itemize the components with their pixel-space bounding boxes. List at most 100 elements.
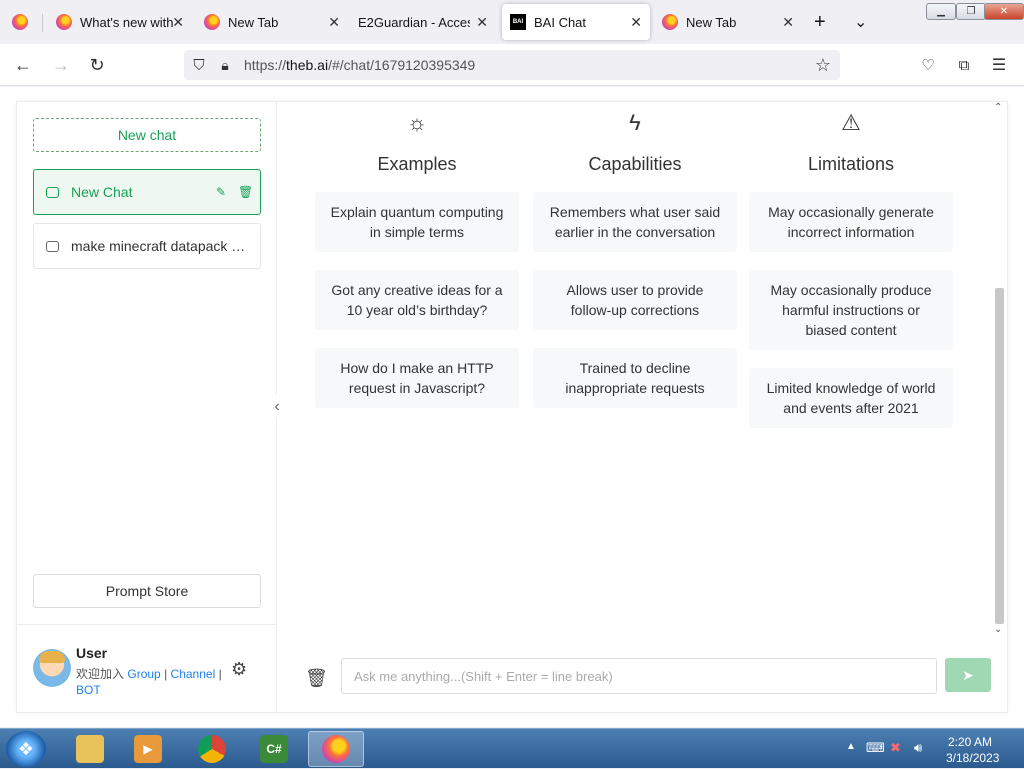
taskbar-firefox[interactable]	[308, 731, 364, 767]
new-tab-button[interactable]: +	[814, 4, 834, 40]
firefox-icon	[662, 14, 678, 30]
chat-item-label: make minecraft datapack c...	[71, 238, 247, 254]
pocket-icon[interactable]: ♡	[917, 54, 939, 76]
close-icon[interactable]: ✕	[782, 14, 794, 31]
chat-item[interactable]: make minecraft datapack c...	[33, 223, 261, 269]
keyboard-icon[interactable]: ⌨	[866, 740, 885, 756]
capability-card: Remembers what user said earlier in the …	[533, 192, 737, 252]
lock-icon[interactable]: 🔒︎	[214, 54, 236, 76]
back-arrow-icon[interactable]: ←	[12, 54, 34, 76]
tracking-shield-icon[interactable]: ⛉	[188, 54, 210, 76]
firefox-icon	[204, 14, 220, 30]
channel-link[interactable]: Channel	[171, 667, 216, 681]
sun-icon: ☼	[406, 110, 428, 135]
example-card[interactable]: Got any creative ideas for a 10 year old…	[315, 270, 519, 330]
column-title: Capabilities	[588, 154, 682, 174]
scroll-down-arrow-icon[interactable]: ⌄	[994, 624, 1002, 635]
limitation-card: May occasionally produce harmful instruc…	[749, 270, 953, 350]
group-link[interactable]: Group	[127, 667, 160, 681]
column-title: Examples	[377, 154, 457, 174]
chrome-icon	[198, 735, 226, 763]
send-icon: ➤	[962, 666, 974, 683]
scroll-thumb[interactable]	[995, 288, 1004, 624]
tab-separator	[42, 14, 43, 32]
column-title: Limitations	[807, 154, 895, 174]
url-text: https://theb.ai/#/chat/1679120395349	[244, 57, 476, 73]
firefox-icon	[322, 735, 350, 763]
restore-button[interactable]: ❐	[956, 3, 986, 20]
windows-logo-icon: ❖	[17, 738, 35, 759]
tab-title: E2Guardian - Access D	[358, 14, 470, 30]
limitation-card: Limited knowledge of world and events af…	[749, 368, 953, 428]
edit-icon[interactable]: ✎	[216, 185, 226, 199]
user-links: 欢迎加入 Group | Channel | BOT	[76, 667, 222, 697]
scroll-up-arrow-icon[interactable]: ⌃	[994, 102, 1002, 113]
close-icon[interactable]: ✕	[328, 14, 340, 31]
chevron-down-icon: ⌄	[854, 14, 868, 31]
tab-title: BAI Chat	[534, 14, 587, 30]
trash-icon[interactable]: 🗑︎	[238, 185, 253, 199]
clock-time[interactable]: 2:20 AM	[948, 735, 992, 749]
prompt-store-button[interactable]: Prompt Store	[33, 574, 261, 608]
tab-e2guardian[interactable]: E2Guardian - Access D ✕	[354, 4, 496, 40]
browser-tab-bar: What's new with F ✕ New Tab ✕ E2Guardian…	[0, 0, 1024, 44]
example-card[interactable]: Explain quantum computing in simple term…	[315, 192, 519, 252]
start-button[interactable]: ❖	[6, 731, 46, 767]
minimize-button[interactable]: ▁	[926, 3, 956, 20]
main-scrollbar[interactable]: ⌃ ⌄	[991, 102, 1007, 640]
windows-taskbar: ❖ ▶ C# ▲ ⌨ ✖ 🔊︎ 2:20 AM 3/18/2023	[0, 728, 1024, 768]
capability-card: Allows user to provide follow-up correct…	[533, 270, 737, 330]
tab-new-tab-2[interactable]: New Tab ✕	[656, 4, 802, 40]
taskbar-chrome[interactable]	[184, 731, 240, 767]
menu-icon[interactable]: ☰	[988, 54, 1010, 76]
trash-icon[interactable]: 🗑︎	[305, 668, 328, 689]
tab-title: New Tab	[686, 14, 737, 30]
browser-nav-bar: ← → ↻ ⛉ 🔒︎ https://theb.ai/#/chat/167912…	[0, 44, 1024, 86]
limitation-card: May occasionally generate incorrect info…	[749, 192, 953, 252]
taskbar-explorer[interactable]	[62, 731, 118, 767]
window-close-button[interactable]: ✕	[984, 3, 1024, 20]
collapse-sidebar-chevron-icon[interactable]: ‹	[269, 395, 285, 419]
settings-gear-icon[interactable]: ⚙	[231, 659, 247, 680]
folder-icon	[76, 735, 104, 763]
chat-app: New chat New Chat ✎ 🗑︎ make minecraft da…	[16, 101, 1008, 713]
clock-date[interactable]: 3/18/2023	[946, 751, 999, 765]
firefox-view-button[interactable]	[12, 4, 36, 40]
new-chat-button[interactable]: New chat	[33, 118, 261, 152]
close-icon[interactable]: ✕	[476, 14, 488, 31]
reload-icon[interactable]: ↻	[86, 54, 108, 76]
tab-title: New Tab	[228, 14, 279, 30]
lightning-icon: ϟ	[629, 110, 641, 135]
chat-item-active[interactable]: New Chat ✎ 🗑︎	[33, 169, 261, 215]
bai-logo-icon: BAI	[510, 14, 526, 30]
bot-link[interactable]: BOT	[76, 683, 101, 697]
send-button[interactable]: ➤	[945, 658, 991, 692]
volume-icon[interactable]: 🔊︎	[914, 740, 922, 756]
csharp-icon: C#	[260, 735, 288, 763]
firefox-icon	[12, 14, 28, 30]
capability-card: Trained to decline inappropriate request…	[533, 348, 737, 408]
plus-icon: +	[814, 10, 826, 33]
show-hidden-icons-icon[interactable]: ▲	[846, 741, 856, 752]
page-content: New chat New Chat ✎ 🗑︎ make minecraft da…	[0, 87, 1024, 727]
user-name: User	[76, 645, 108, 661]
chat-input[interactable]	[341, 658, 937, 694]
tab-bai-chat[interactable]: BAI BAI Chat ✕	[502, 4, 650, 40]
taskbar-csharp[interactable]: C#	[246, 731, 302, 767]
example-card[interactable]: How do I make an HTTP request in Javascr…	[315, 348, 519, 408]
chat-input-area: 🗑︎ ➤	[277, 642, 1007, 712]
firefox-icon	[56, 14, 72, 30]
tab-whats-new[interactable]: What's new with F ✕	[52, 4, 192, 40]
bookmark-star-icon[interactable]: ☆	[812, 54, 834, 76]
close-icon[interactable]: ✕	[172, 14, 184, 31]
tab-new-tab-1[interactable]: New Tab ✕	[200, 4, 348, 40]
avatar	[33, 649, 71, 687]
network-error-icon[interactable]: ✖	[890, 740, 901, 756]
list-all-tabs-button[interactable]: ⌄	[854, 4, 874, 40]
close-icon[interactable]: ✕	[630, 14, 642, 31]
forward-arrow-icon[interactable]: →	[50, 54, 72, 76]
taskbar-media-player[interactable]: ▶	[120, 731, 176, 767]
extensions-icon[interactable]: ⧉	[953, 54, 975, 76]
url-bar[interactable]: ⛉ 🔒︎ https://theb.ai/#/chat/167912039534…	[184, 50, 840, 80]
chat-bubble-icon	[46, 240, 59, 252]
